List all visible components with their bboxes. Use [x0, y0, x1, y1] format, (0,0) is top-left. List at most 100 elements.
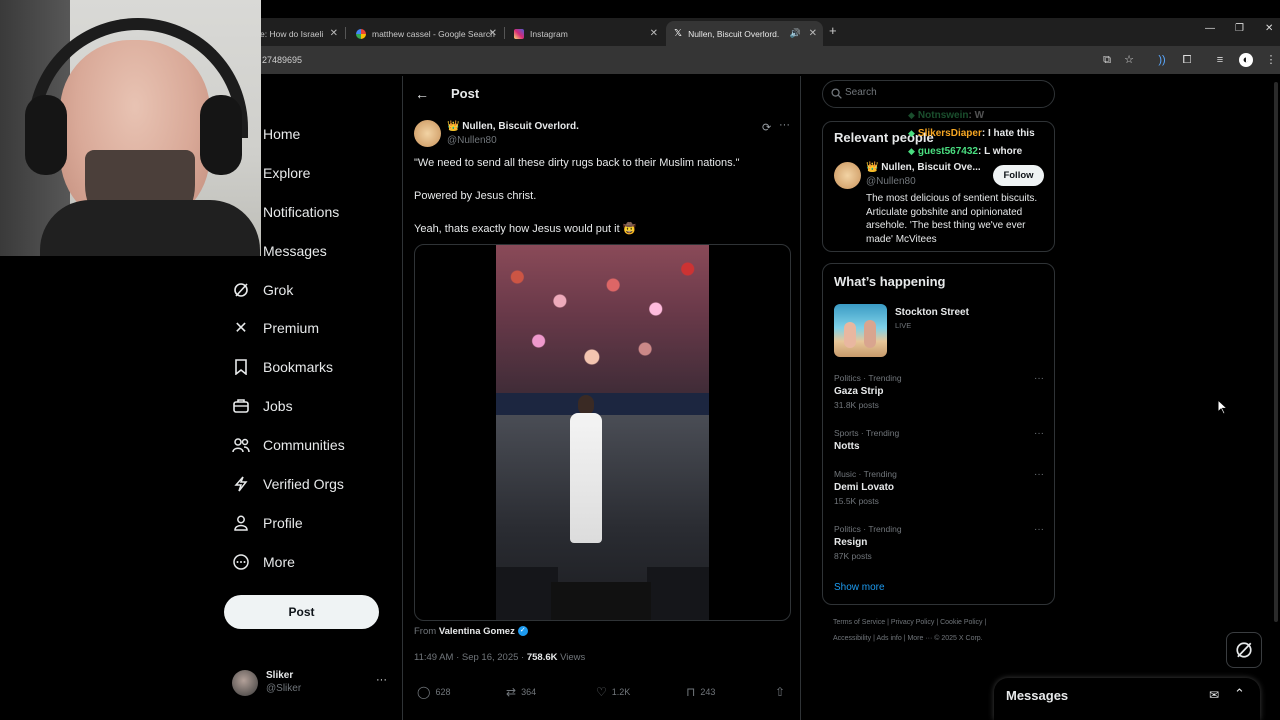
- like-button[interactable]: ♡ 1.2K: [596, 685, 630, 699]
- more-icon[interactable]: ···: [1034, 373, 1044, 384]
- nav-jobs[interactable]: Jobs: [232, 393, 293, 419]
- relevant-name[interactable]: 👑 Nullen, Biscuit Ove...: [866, 162, 981, 173]
- profile-avatar-icon[interactable]: ◐: [1239, 53, 1253, 67]
- author-handle[interactable]: @Nullen80: [447, 135, 497, 146]
- trend-item[interactable]: Politics · Trending Gaza Strip 31.8K pos…: [834, 373, 1044, 410]
- share-button[interactable]: ⇧: [775, 685, 790, 699]
- live-thumbnail[interactable]: [834, 304, 887, 357]
- video-subject: [564, 395, 608, 555]
- relevant-handle[interactable]: @Nullen80: [866, 176, 916, 187]
- account-switcher[interactable]: Sliker @Sliker ···: [232, 668, 392, 698]
- video-player[interactable]: [496, 245, 709, 620]
- briefcase-icon: [232, 397, 250, 415]
- chat-message: ◆ SlikersDiaper: I hate this: [908, 128, 1035, 139]
- grok-floating-button[interactable]: [1226, 632, 1262, 668]
- more-icon[interactable]: ···: [1034, 428, 1044, 439]
- views-label: Views: [560, 652, 586, 663]
- collapse-chevron-icon[interactable]: ⌃: [1234, 686, 1245, 702]
- author-name[interactable]: 👑 Nullen, Biscuit Overlord.: [447, 121, 579, 132]
- close-icon[interactable]: ✕: [489, 28, 497, 39]
- author-avatar[interactable]: [414, 120, 441, 147]
- mouse-cursor-icon: [1217, 399, 1229, 415]
- footer-links[interactable]: Terms of Service | Privacy Policy | Cook…: [833, 619, 986, 626]
- reply-button[interactable]: ◯ 628: [417, 685, 450, 699]
- nav-verified-orgs[interactable]: Verified Orgs: [232, 471, 344, 497]
- repost-button[interactable]: ⇄ 364: [506, 685, 536, 699]
- chat-user: Notnswein: [917, 110, 969, 121]
- close-icon[interactable]: ✕: [809, 28, 817, 39]
- search-box[interactable]: [822, 80, 1055, 108]
- bookmark-button[interactable]: ⊓ 243: [686, 685, 715, 699]
- back-arrow-icon[interactable]: ←: [415, 86, 429, 102]
- close-icon[interactable]: ✕: [330, 28, 338, 39]
- compose-message-icon[interactable]: ✉: [1209, 688, 1219, 702]
- messages-drawer[interactable]: Messages ✉ ⌃: [994, 678, 1260, 720]
- minimize-icon[interactable]: —: [1205, 23, 1215, 34]
- relevant-people-card: Relevant people 👑 Nullen, Biscuit Ove...…: [822, 121, 1055, 252]
- post-text-line: "We need to send all these dirty rugs ba…: [414, 157, 740, 169]
- media-source-name[interactable]: Valentina Gomez: [439, 626, 515, 637]
- nav-bookmarks[interactable]: Bookmarks: [232, 354, 333, 380]
- nav-premium[interactable]: ✕ Premium: [232, 315, 319, 341]
- grok-icon: [1236, 642, 1252, 658]
- puzzle-icon[interactable]: ⧠: [1180, 53, 1194, 67]
- nav-more[interactable]: More: [232, 549, 295, 575]
- x-logo-icon: ✕: [234, 320, 248, 337]
- more-icon[interactable]: ···: [1034, 469, 1044, 480]
- chat-message: ◆ guest567432: L whore: [908, 146, 1022, 157]
- trend-item[interactable]: Sports · Trending Notts ···: [834, 428, 1044, 452]
- browser-menu-icon[interactable]: ⋮: [1264, 53, 1278, 67]
- tab-title: Instagram: [530, 28, 568, 39]
- nav-label: Home: [263, 126, 301, 142]
- whats-happening-card: What’s happening Stockton Street LIVE Po…: [822, 263, 1055, 605]
- more-circle-icon: [232, 553, 250, 571]
- trend-context: Politics · Trending: [834, 373, 902, 383]
- speaker-icon[interactable]: 🔊: [790, 28, 801, 39]
- lightning-icon: [232, 475, 250, 493]
- browser-tab[interactable]: Instagram ✕: [506, 21, 664, 46]
- post-video[interactable]: [414, 244, 791, 621]
- restore-icon[interactable]: ❐: [1235, 23, 1244, 34]
- page-scrollbar[interactable]: [1274, 82, 1278, 622]
- nav-profile[interactable]: Profile: [232, 510, 303, 536]
- post-button[interactable]: Post: [224, 595, 379, 629]
- grok-explain-icon[interactable]: ⟳: [762, 121, 771, 134]
- bookmark-icon: [232, 358, 250, 376]
- nav-label: Bookmarks: [263, 359, 334, 375]
- trend-count: 15.5K posts: [834, 496, 879, 506]
- avatar[interactable]: [834, 162, 861, 189]
- instagram-icon: [514, 28, 524, 39]
- nav-communities[interactable]: Communities: [232, 432, 345, 458]
- close-icon[interactable]: ✕: [650, 28, 658, 39]
- search-input[interactable]: [845, 87, 1045, 98]
- follow-button[interactable]: Follow: [993, 165, 1044, 186]
- nav-grok[interactable]: Grok: [232, 277, 293, 303]
- browser-tab[interactable]: matthew cassel - Google Search ✕: [348, 21, 503, 46]
- browser-tab-active[interactable]: 𝕏 Nullen, Biscuit Overlord. 🔊 ✕: [666, 21, 823, 46]
- more-icon[interactable]: ···: [1034, 524, 1044, 535]
- trend-item[interactable]: Music · Trending Demi Lovato 15.5K posts…: [834, 469, 1044, 506]
- post-timestamp[interactable]: 11:49 AM · Sep 16, 2025 ·: [414, 652, 524, 663]
- browser-tab[interactable]: e: How do Israeli ✕: [252, 21, 344, 46]
- footer-links[interactable]: Accessibility | Ads info | More ··· © 20…: [833, 635, 983, 642]
- trend-name: Notts: [834, 441, 860, 452]
- verified-badge-icon: ✓: [517, 626, 528, 637]
- chat-user: SlikersDiaper: [917, 128, 982, 139]
- install-icon[interactable]: ⧉: [1100, 53, 1114, 67]
- trend-item[interactable]: Politics · Trending Resign 87K posts ···: [834, 524, 1044, 561]
- reading-list-icon[interactable]: ≡: [1213, 53, 1227, 67]
- new-tab-icon[interactable]: +: [829, 23, 837, 38]
- trend-count: 87K posts: [834, 551, 872, 561]
- account-name: Sliker: [266, 670, 294, 681]
- show-more-link[interactable]: Show more: [834, 582, 885, 593]
- more-icon[interactable]: ···: [779, 119, 790, 131]
- live-event-title[interactable]: Stockton Street: [895, 307, 969, 318]
- chat-message: ◆ Notnswein: W: [908, 110, 984, 121]
- window-close-icon[interactable]: ✕: [1265, 23, 1273, 34]
- nav-label: Verified Orgs: [263, 476, 344, 492]
- url-text[interactable]: 27489695: [262, 55, 302, 65]
- extension-audio-icon[interactable]: )): [1155, 53, 1169, 67]
- share-icon: ⇧: [775, 685, 786, 699]
- star-icon[interactable]: ☆: [1122, 53, 1136, 67]
- more-icon[interactable]: ···: [376, 674, 387, 686]
